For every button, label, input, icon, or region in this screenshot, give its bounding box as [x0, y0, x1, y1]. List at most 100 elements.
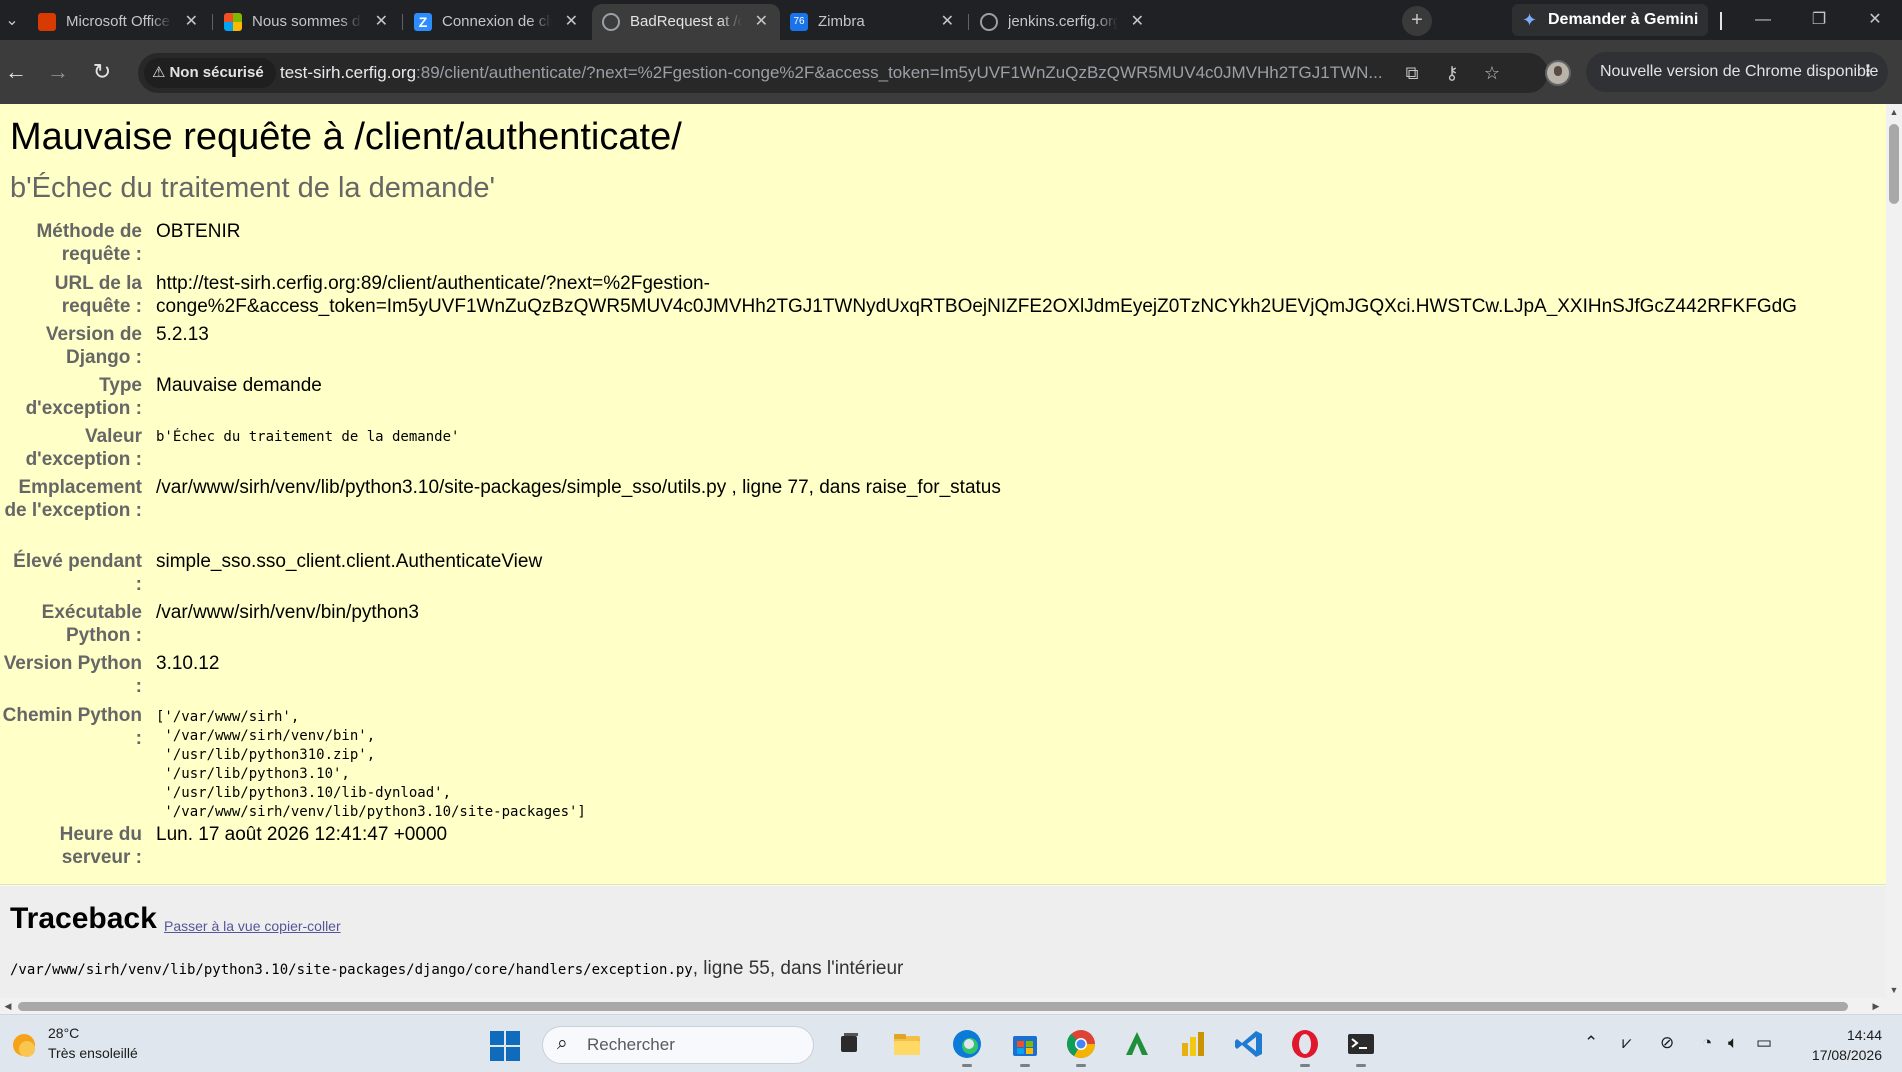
vertical-scrollbar[interactable]: ▲ ▼: [1886, 104, 1902, 998]
windows-start-icon[interactable]: [490, 1031, 520, 1061]
meta-key: Type d'exception :: [25, 375, 142, 419]
vertical-scroll-thumb[interactable]: [1889, 124, 1899, 204]
close-window-icon[interactable]: ✕: [1846, 0, 1902, 40]
microsoft-logo-icon: [224, 13, 242, 31]
reload-icon[interactable]: ↻: [86, 56, 118, 88]
scroll-left-arrow-icon[interactable]: ◀: [0, 998, 16, 1014]
office-icon: [38, 13, 56, 31]
sync-off-icon[interactable]: ⊘: [1660, 1033, 1674, 1053]
meta-key: Version de Django :: [45, 324, 142, 368]
forward-arrow-icon[interactable]: →: [42, 56, 74, 88]
restore-icon[interactable]: ❐: [1790, 0, 1848, 40]
task-view-icon[interactable]: [832, 1027, 866, 1061]
url-host: test-sirh.cerfig.org: [280, 63, 417, 82]
store-icon[interactable]: [1008, 1027, 1042, 1067]
chrome-icon[interactable]: [1064, 1027, 1098, 1067]
copy-paste-view-link[interactable]: Passer à la vue copier-coller: [164, 918, 341, 934]
page-viewport: Mauvaise requête à /client/authenticate/…: [0, 104, 1886, 998]
wifi-icon[interactable]: ◔: [1702, 1033, 1712, 1053]
traceback-frame[interactable]: /var/www/sirh/venv/lib/python3.10/site-p…: [10, 958, 903, 980]
close-tab-icon[interactable]: ✕: [1131, 4, 1144, 40]
chrome-update-button[interactable]: Nouvelle version de Chrome disponible ⋮: [1586, 52, 1888, 92]
tab-jenkins[interactable]: jenkins.cerfig.org ✕: [970, 4, 1156, 40]
new-tab-button[interactable]: +: [1402, 6, 1432, 36]
meta-key: Méthode de requête :: [36, 221, 142, 265]
profile-avatar[interactable]: [1545, 60, 1571, 86]
tab-title: jenkins.cerfig.org: [1008, 13, 1118, 30]
password-key-icon[interactable]: ⚷: [1440, 61, 1464, 85]
close-tab-icon[interactable]: ✕: [755, 4, 768, 40]
tab-nous-sommes-desoles[interactable]: Nous sommes désolés ✕: [214, 4, 400, 40]
meta-value: b'Échec du traitement de la demande': [156, 429, 460, 445]
address-bar[interactable]: ⚠ Non sécurisé test-sirh.cerfig.org:89/cl…: [138, 53, 1548, 93]
tab-separator: [968, 14, 969, 30]
meta-key: URL de la requête :: [54, 273, 142, 317]
power-bi-icon[interactable]: [1176, 1027, 1210, 1061]
close-tab-icon[interactable]: ✕: [185, 4, 198, 40]
not-secure-label: Non sécurisé: [169, 64, 264, 81]
kebab-menu-icon[interactable]: ⋮: [1860, 52, 1876, 92]
url-text[interactable]: test-sirh.cerfig.org:89/client/authentic…: [280, 53, 1410, 93]
terminal-icon[interactable]: [1344, 1027, 1378, 1067]
back-arrow-icon[interactable]: ←: [0, 56, 32, 88]
tab-microsoft-office[interactable]: Microsoft Office 2019 ✕: [28, 4, 210, 40]
tab-title: BadRequest at /client/: [630, 13, 742, 30]
battery-icon[interactable]: ▭: [1756, 1033, 1772, 1053]
tab-title: Nous sommes désolés: [252, 13, 362, 30]
meta-value: ['/var/www/sirh', '/var/www/sirh/venv/bi…: [156, 709, 586, 820]
tab-title: Microsoft Office 2019: [66, 13, 172, 30]
weather-description[interactable]: Très ensoleillé: [48, 1045, 138, 1061]
search-placeholder: Rechercher: [587, 1035, 675, 1054]
volume-icon[interactable]: 🔈︎: [1728, 1033, 1738, 1053]
traceback-section: Traceback Passer à la vue copier-coller …: [0, 886, 1886, 998]
zimbra-calendar-icon: 76: [790, 13, 808, 31]
close-tab-icon[interactable]: ✕: [565, 4, 578, 40]
bookmark-star-icon[interactable]: ☆: [1480, 61, 1504, 85]
weather-temperature[interactable]: 28°C: [48, 1025, 79, 1041]
gemini-sparkle-icon: ✦: [1522, 10, 1538, 30]
warning-triangle-icon: ⚠: [152, 64, 166, 81]
opera-icon[interactable]: [1288, 1027, 1322, 1067]
weather-sun-icon[interactable]: [10, 1031, 38, 1059]
clock-time[interactable]: 14:44: [1830, 1027, 1882, 1043]
scroll-down-arrow-icon[interactable]: ▼: [1886, 982, 1902, 998]
show-hidden-icons-chevron-icon[interactable]: ⌃: [1584, 1033, 1598, 1053]
scroll-up-arrow-icon[interactable]: ▲: [1886, 104, 1902, 120]
scroll-right-arrow-icon[interactable]: ▶: [1868, 998, 1884, 1014]
vs-tray-icon[interactable]: ⩗: [1622, 1033, 1632, 1053]
horizontal-scrollbar[interactable]: ◀ ▶: [0, 998, 1902, 1014]
tab-strip: ⌄ Microsoft Office 2019 ✕ Nous sommes dé…: [0, 0, 1902, 40]
tab-badrequest[interactable]: BadRequest at /client/ ✕: [592, 4, 780, 40]
frame-description: , ligne 55, dans l'intérieur: [692, 958, 904, 979]
tab-separator: [212, 14, 213, 30]
z-app-icon: Z: [414, 13, 432, 31]
meta-value: OBTENIR: [156, 221, 241, 242]
clock-date[interactable]: 17/08/2026: [1794, 1047, 1882, 1063]
ask-gemini-button[interactable]: ✦ Demander à Gemini: [1512, 4, 1708, 36]
translate-icon[interactable]: ⧉: [1400, 61, 1424, 85]
meta-key: Version Python :: [3, 653, 142, 697]
close-tab-icon[interactable]: ✕: [941, 4, 954, 40]
tab-zimbra[interactable]: 76 Zimbra ✕: [780, 4, 966, 40]
tab-search-chevron-icon[interactable]: ⌄: [0, 6, 24, 36]
vscode-icon[interactable]: [1232, 1027, 1266, 1061]
edge-icon[interactable]: [950, 1027, 984, 1067]
meta-key: Valeur d'exception :: [25, 426, 142, 470]
file-explorer-icon[interactable]: [890, 1027, 924, 1061]
search-icon: ⌕: [557, 1033, 568, 1054]
tab-title: Connexion de client: [442, 13, 552, 30]
meta-value: simple_sso.sso_client.client.Authenticat…: [156, 551, 543, 572]
meta-value: Mauvaise demande: [156, 375, 322, 396]
close-tab-icon[interactable]: ✕: [375, 4, 388, 40]
tab-connexion-de-client[interactable]: Z Connexion de client ✕: [404, 4, 590, 40]
not-secure-chip[interactable]: ⚠ Non sécurisé: [144, 58, 276, 88]
taskbar-search[interactable]: ⌕ Rechercher: [542, 1026, 814, 1064]
tab-title: Zimbra: [818, 13, 865, 30]
meta-value: /var/www/sirh/venv/bin/python3: [156, 602, 419, 623]
windows-taskbar: 28°C Très ensoleillé ⌕ Rechercher ⌃ ⩗ ⊘ …: [0, 1014, 1902, 1072]
url-path: :89/client/authenticate/?next=%2Fgestion…: [416, 63, 1383, 82]
minimize-icon[interactable]: —: [1734, 0, 1792, 40]
horizontal-scroll-thumb[interactable]: [18, 1002, 1848, 1011]
meta-value: http://test-sirh.cerfig.org:89/client/au…: [156, 273, 1797, 317]
green-app-icon[interactable]: [1120, 1027, 1154, 1061]
